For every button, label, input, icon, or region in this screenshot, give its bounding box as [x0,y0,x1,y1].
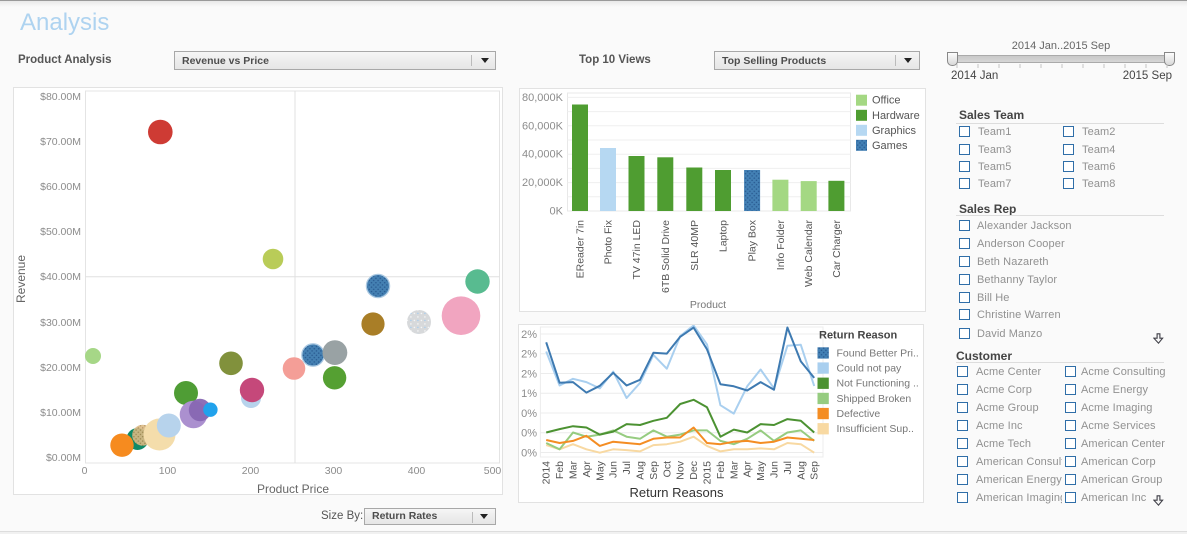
svg-text:May: May [594,460,606,481]
svg-text:Return Reasons: Return Reasons [630,485,724,500]
svg-text:Feb: Feb [554,461,566,479]
svg-text:Office: Office [872,95,901,107]
svg-text:$80.00M: $80.00M [40,91,81,103]
svg-text:6TB Solid Drive: 6TB Solid Drive [660,220,672,293]
svg-text:Aug: Aug [635,461,647,480]
svg-text:Nov: Nov [675,460,687,479]
svg-text:1%: 1% [521,388,537,400]
svg-text:Info Folder: Info Folder [775,220,787,271]
svg-text:TV 47in LED: TV 47in LED [631,220,643,280]
svg-text:Games: Games [872,140,908,152]
svg-text:2%: 2% [521,349,537,361]
svg-text:80,000K: 80,000K [522,92,564,104]
svg-text:500: 500 [484,465,502,477]
svg-text:200: 200 [242,465,260,477]
svg-text:Product: Product [690,299,726,311]
svg-text:Dec: Dec [688,461,700,480]
svg-text:2014: 2014 [541,461,553,485]
svg-text:Play Box: Play Box [747,219,759,261]
svg-text:Could not pay: Could not pay [837,362,903,374]
svg-text:Jun: Jun [608,461,620,478]
svg-text:Hardware: Hardware [872,110,920,122]
svg-text:Car Charger: Car Charger [831,220,843,278]
svg-text:0%: 0% [521,408,537,420]
svg-text:Defective: Defective [837,408,881,420]
svg-text:Shipped Broken: Shipped Broken [837,393,912,405]
svg-text:Apr: Apr [742,461,754,478]
svg-text:Product Price: Product Price [257,482,329,494]
svg-text:Revenue: Revenue [14,255,28,303]
svg-text:$30.00M: $30.00M [40,317,81,329]
svg-text:$60.00M: $60.00M [40,181,81,193]
svg-text:Web Calendar: Web Calendar [803,220,815,287]
svg-text:0: 0 [82,465,88,477]
svg-text:0%: 0% [521,447,537,459]
svg-text:Found Better Pri..: Found Better Pri.. [837,347,919,359]
svg-text:May: May [755,460,767,481]
svg-text:300: 300 [325,465,343,477]
svg-text:Jul: Jul [621,461,633,474]
svg-text:Jul: Jul [782,461,794,474]
svg-text:$20.00M: $20.00M [40,362,81,374]
svg-text:Apr: Apr [581,461,593,478]
svg-text:$40.00M: $40.00M [40,271,81,283]
svg-text:Mar: Mar [728,461,740,480]
svg-text:Return Reason: Return Reason [819,330,898,342]
svg-text:Feb: Feb [715,461,727,479]
svg-text:Photo Fix: Photo Fix [603,219,615,264]
svg-text:2%: 2% [521,329,537,341]
svg-text:2%: 2% [521,368,537,380]
svg-text:100: 100 [159,465,177,477]
svg-text:0%: 0% [521,428,537,440]
svg-text:400: 400 [408,465,426,477]
svg-text:20,000K: 20,000K [522,177,564,189]
svg-text:SLR 40MP: SLR 40MP [689,220,701,271]
svg-text:Sep: Sep [809,461,821,480]
svg-text:40,000K: 40,000K [522,149,564,161]
svg-text:$10.00M: $10.00M [40,407,81,419]
svg-text:Graphics: Graphics [872,125,917,137]
svg-text:2015: 2015 [702,461,714,485]
svg-text:Aug: Aug [795,461,807,480]
svg-text:Mar: Mar [568,461,580,480]
svg-text:Not Functioning ..: Not Functioning .. [837,378,919,390]
svg-text:$70.00M: $70.00M [40,136,81,148]
svg-text:Sep: Sep [648,461,660,480]
svg-text:Jun: Jun [769,461,781,478]
svg-text:$0.00M: $0.00M [46,452,81,464]
svg-text:Laptop: Laptop [718,220,730,252]
svg-text:0K: 0K [550,206,564,218]
svg-text:60,000K: 60,000K [522,120,564,132]
svg-text:Insufficient Sup..: Insufficient Sup.. [837,423,914,435]
svg-text:Oct: Oct [661,461,673,477]
svg-text:EReader 7in: EReader 7in [575,220,587,279]
svg-text:$50.00M: $50.00M [40,226,81,238]
